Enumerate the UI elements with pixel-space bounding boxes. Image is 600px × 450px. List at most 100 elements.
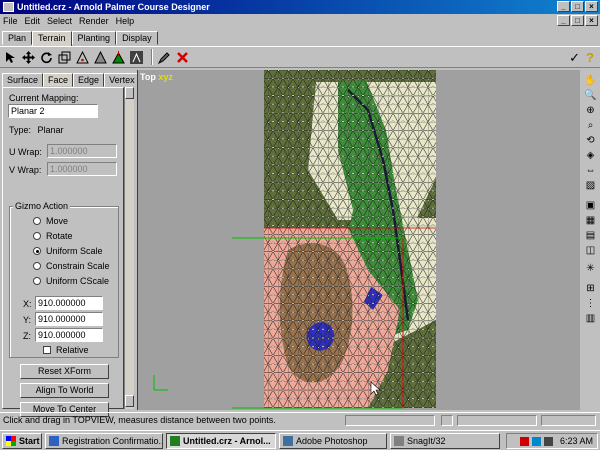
smooth-icon[interactable]: ▥	[584, 312, 597, 325]
viewport-label: Top xyz	[140, 72, 173, 82]
render-icon[interactable]: ▨	[584, 179, 597, 192]
doc-minimize-button[interactable]: _	[557, 15, 570, 26]
task-snagit[interactable]: SnagIt/32	[390, 433, 500, 449]
uwrap-field[interactable]: 1.000000	[47, 144, 117, 158]
top-viewport[interactable]: Top xyz	[137, 70, 580, 410]
app-icon	[3, 2, 14, 12]
panel-scrollbar[interactable]	[124, 87, 134, 409]
clock[interactable]: 6:23 AM	[560, 436, 593, 446]
tray-network-icon[interactable]	[531, 436, 541, 446]
edit-tool-icon[interactable]	[157, 50, 172, 65]
layout-quad-icon[interactable]: ▦	[584, 214, 597, 227]
tab-terrain[interactable]: Terrain	[32, 31, 72, 46]
windows-logo-icon	[6, 436, 16, 446]
radio-move-label: Move	[46, 216, 69, 226]
move-icon[interactable]	[21, 50, 36, 65]
gizmo-action-label: Gizmo Action	[13, 201, 71, 211]
select-arrow-icon[interactable]	[3, 50, 18, 65]
tool-bar: ✓ ?	[0, 46, 600, 68]
z-field[interactable]: 910.000000	[35, 328, 103, 342]
triangle-filled-icon[interactable]	[93, 50, 108, 65]
vwrap-field[interactable]: 1.000000	[47, 162, 117, 176]
orbit-icon[interactable]: ⟲	[584, 134, 597, 147]
radio-dot	[33, 232, 41, 240]
help-question-icon[interactable]: ?	[586, 50, 594, 66]
tray-volume-icon[interactable]	[543, 436, 553, 446]
task-registration[interactable]: Registration Confirmatio...	[45, 433, 163, 449]
layout-single-icon[interactable]: ▣	[584, 199, 597, 212]
tab-plan[interactable]: Plan	[2, 31, 33, 45]
course-designer-icon	[170, 436, 180, 446]
tab-surface[interactable]: Surface	[2, 73, 44, 87]
status-bar: Click and drag in TOPVIEW, measures dist…	[0, 412, 600, 427]
camera-icon[interactable]: ◈	[584, 149, 597, 162]
scroll-down-button[interactable]	[125, 395, 134, 407]
radio-dot-selected	[33, 247, 41, 255]
doc-close-button[interactable]: ×	[585, 15, 598, 26]
checkbox-box	[43, 346, 51, 354]
view-name: Top	[140, 72, 156, 82]
view-toolbar: ✋ 🔍 ⊕ ⌕ ⟲ ◈ ⇔ ▨ ▣ ▦ ▤ ◫ ✳ ⊞ ⋮ ▥	[582, 70, 600, 410]
grid-icon[interactable]: ⊞	[584, 282, 597, 295]
wire-icon[interactable]: ⋮	[584, 297, 597, 310]
radio-uniform-scale-label: Uniform Scale	[46, 246, 103, 256]
view-direction-icon[interactable]: ⇔	[584, 164, 597, 177]
x-field[interactable]: 910.000000	[35, 296, 103, 310]
tab-face[interactable]: Face	[43, 73, 74, 87]
radio-move[interactable]: Move	[33, 216, 68, 226]
application-window: Untitled.crz - Arnold Palmer Course Desi…	[0, 0, 600, 430]
rotate-icon[interactable]	[39, 50, 54, 65]
pan-hand-icon[interactable]: ✋	[584, 74, 597, 87]
tray-app-icon[interactable]	[519, 436, 529, 446]
radio-uniform-cscale[interactable]: Uniform CScale	[33, 276, 109, 286]
doc-maximize-button[interactable]: □	[571, 15, 584, 26]
relative-checkbox[interactable]: Relative	[43, 345, 89, 355]
tab-edge[interactable]: Edge	[73, 73, 105, 87]
tab-vertex[interactable]: Vertex	[104, 73, 140, 87]
menu-render[interactable]: Render	[79, 16, 109, 26]
snap-icon[interactable]: ✳	[584, 262, 597, 275]
terrain-canvas[interactable]	[138, 70, 580, 410]
triangle-up-icon[interactable]	[75, 50, 90, 65]
menu-file[interactable]: File	[3, 16, 18, 26]
task-untitled-crz[interactable]: Untitled.crz - Arnol...	[166, 433, 276, 449]
close-button[interactable]: ×	[585, 1, 598, 12]
task-label: SnagIt/32	[407, 436, 446, 446]
radio-rotate[interactable]: Rotate	[33, 231, 73, 241]
menu-help[interactable]: Help	[116, 16, 135, 26]
current-mapping-field[interactable]: Planar 2	[8, 104, 98, 118]
tab-display[interactable]: Display	[116, 31, 158, 45]
axis-gizmo	[153, 375, 168, 391]
task-label: Adobe Photoshop	[296, 436, 368, 446]
menu-edit[interactable]: Edit	[25, 16, 41, 26]
confirm-check-icon[interactable]: ✓	[569, 50, 580, 66]
status-message: Click and drag in TOPVIEW, measures dist…	[3, 415, 276, 425]
zoom-extents-icon[interactable]: ⊕	[584, 104, 597, 117]
start-label: Start	[19, 436, 40, 446]
layout-tall-icon[interactable]: ◫	[584, 244, 597, 257]
layout-split-icon[interactable]: ▤	[584, 229, 597, 242]
scroll-up-button[interactable]	[125, 87, 134, 99]
radio-uniform-scale[interactable]: Uniform Scale	[33, 246, 103, 256]
x-label: X:	[23, 299, 32, 309]
terrain-raise-icon[interactable]	[111, 50, 126, 65]
mode-tabs: Plan Terrain Planting Display	[2, 31, 158, 46]
task-photoshop[interactable]: Adobe Photoshop	[279, 433, 387, 449]
scale-icon[interactable]	[57, 50, 72, 65]
delete-x-icon[interactable]	[175, 50, 190, 65]
menu-select[interactable]: Select	[47, 16, 72, 26]
reset-xform-button[interactable]: Reset XForm	[20, 364, 109, 379]
radio-constrain-scale[interactable]: Constrain Scale	[33, 261, 110, 271]
zoom-icon[interactable]: 🔍	[584, 89, 597, 102]
maximize-button[interactable]: □	[571, 1, 584, 12]
zoom-window-icon[interactable]: ⌕	[584, 119, 597, 132]
uwrap-label: U Wrap:	[9, 147, 42, 157]
task-label: Untitled.crz - Arnol...	[183, 436, 271, 446]
y-field[interactable]: 910.000000	[35, 312, 103, 326]
tab-planting[interactable]: Planting	[71, 31, 117, 45]
minimize-button[interactable]: _	[557, 1, 570, 12]
terrain-tool-icon[interactable]	[129, 50, 144, 65]
align-to-world-button[interactable]: Align To World	[20, 383, 109, 398]
start-button[interactable]: Start	[2, 433, 42, 449]
radio-dot	[33, 217, 41, 225]
